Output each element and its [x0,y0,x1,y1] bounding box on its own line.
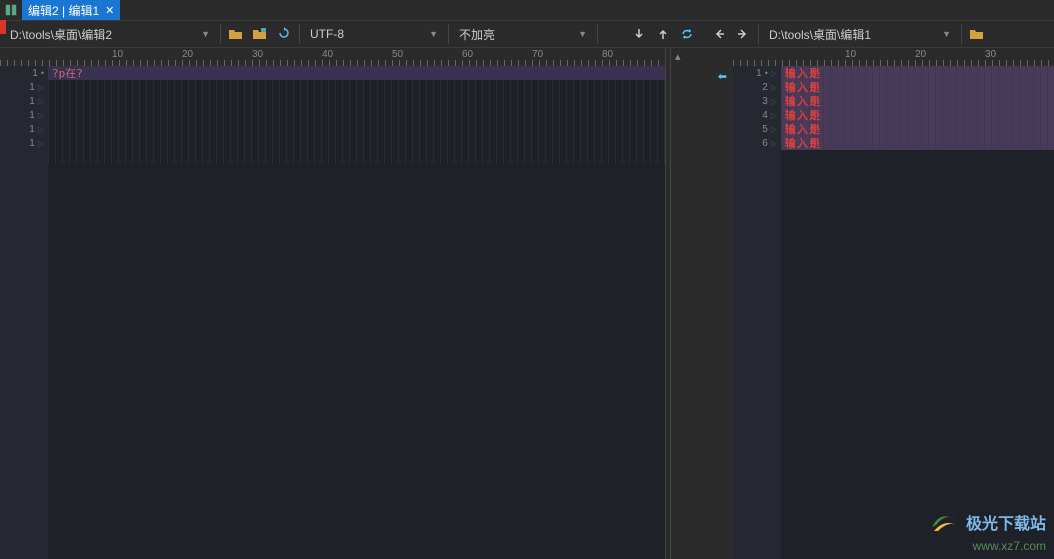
left-path-dropdown[interactable]: D:\tools\桌面\编辑2 ▼ [4,23,216,45]
right-ruler: 10 20 30 [733,48,1054,66]
left-code-area[interactable]: ?p在? [48,66,665,559]
right-path-dropdown[interactable]: D:\tools\桌面\编辑1 ▼ [763,23,957,45]
chevron-down-icon: ▼ [429,29,438,39]
tab-editors[interactable]: 编辑2 | 编辑1 ✕ [22,0,120,20]
right-pane: 10 20 30 1•▷ 2▷ 3▷ 4▷ 5▷ 6▷ 输入是 输入是 输入是 … [733,48,1054,559]
copy-right-icon[interactable] [732,23,754,45]
open-folder-icon[interactable] [225,23,247,45]
refresh-cloud-icon[interactable] [273,23,295,45]
toolbar: D:\tools\桌面\编辑2 ▼ UTF-8 ▼ 不加亮 ▼ D:\tools… [0,20,1054,48]
center-nav-strip: ▴ ⬅ [671,48,733,559]
left-editor[interactable]: 1• 1▷ 1▷ 1▷ 1▷ 1▷ ?p在? [0,66,665,559]
tab-label: 编辑2 | 编辑1 [28,2,99,19]
code-text: ?p在? [52,66,83,81]
chevron-down-icon: ▼ [942,29,951,39]
chevron-down-icon: ▼ [578,29,587,39]
copy-left-icon[interactable] [708,23,730,45]
left-gutter: 1• 1▷ 1▷ 1▷ 1▷ 1▷ [0,66,48,559]
right-code-area[interactable]: 输入是 输入是 输入是 输入是 输入是 输入是 [781,66,1054,559]
scroll-up-icon[interactable]: ▴ [675,50,681,63]
separator [758,24,759,44]
browse-folder-icon[interactable] [249,23,271,45]
left-pane: 10 20 30 40 50 60 70 80 90 1• 1▷ 1▷ 1▷ 1… [0,48,665,559]
app-icon [4,3,18,17]
separator [448,24,449,44]
left-ruler: 10 20 30 40 50 60 70 80 90 [0,48,665,66]
sync-icon[interactable] [676,23,698,45]
titlebar: 编辑2 | 编辑1 ✕ [0,0,1054,20]
close-icon[interactable]: ✕ [105,4,114,17]
right-gutter: 1•▷ 2▷ 3▷ 4▷ 5▷ 6▷ [733,66,781,559]
highlight-text: 不加亮 [459,26,495,43]
split-view: 10 20 30 40 50 60 70 80 90 1• 1▷ 1▷ 1▷ 1… [0,48,1054,559]
chevron-down-icon: ▼ [201,29,210,39]
left-path-text: D:\tools\桌面\编辑2 [10,26,112,43]
arrow-up-icon[interactable] [652,23,674,45]
separator [961,24,962,44]
separator [299,24,300,44]
right-open-folder-icon[interactable] [966,23,988,45]
right-editor[interactable]: 1•▷ 2▷ 3▷ 4▷ 5▷ 6▷ 输入是 输入是 输入是 输入是 输入是 输… [733,66,1054,559]
separator [597,24,598,44]
highlight-dropdown[interactable]: 不加亮 ▼ [453,23,593,45]
encoding-text: UTF-8 [310,27,344,41]
separator [220,24,221,44]
arrow-down-icon[interactable] [628,23,650,45]
right-path-text: D:\tools\桌面\编辑1 [769,26,871,43]
nav-arrow-icon[interactable]: ⬅ [718,70,727,83]
encoding-dropdown[interactable]: UTF-8 ▼ [304,23,444,45]
